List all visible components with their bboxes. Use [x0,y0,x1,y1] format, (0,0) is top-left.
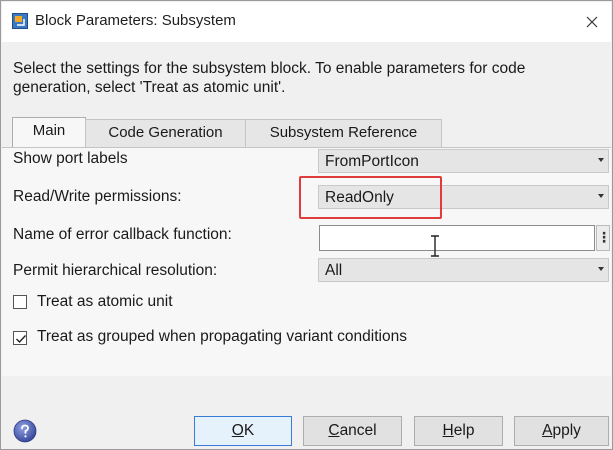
cancel-mnemonic: C [328,422,340,439]
chevron-down-icon [598,194,604,198]
grouped-variant-label: Treat as grouped when propagating varian… [37,328,407,345]
cancel-button[interactable]: Cancel [303,416,402,446]
chevron-down-icon [598,158,604,162]
apply-mnemonic: A [542,422,553,439]
ok-mnemonic: O [231,422,244,439]
help-mnemonic: H [442,422,454,439]
hierarchical-resolution-value: All [325,262,343,279]
window-title: Block Parameters: Subsystem [35,12,236,29]
tab-code-generation[interactable]: Code Generation [85,119,246,147]
apply-button[interactable]: Apply [514,416,609,446]
help-icon[interactable] [13,419,37,443]
read-write-permissions-value: ReadOnly [325,189,394,206]
tab-subsystem-reference[interactable]: Subsystem Reference [245,119,442,147]
ok-rest: K [243,422,255,439]
checkmark-icon [16,335,27,344]
cancel-rest: ancel [339,422,377,439]
show-port-labels-value: FromPortIcon [325,153,419,170]
show-port-labels-label: Show port labels [13,150,128,167]
error-callback-label: Name of error callback function: [13,226,232,243]
ok-button[interactable]: OK [194,416,292,446]
help-rest: elp [453,422,475,439]
hierarchical-resolution-label: Permit hierarchical resolution: [13,262,218,279]
show-port-labels-dropdown[interactable]: FromPortIcon [318,149,609,173]
apply-rest: pply [552,422,581,439]
close-icon[interactable] [579,9,605,35]
read-write-permissions-dropdown[interactable]: ReadOnly [318,185,609,209]
read-write-permissions-label: Read/Write permissions: [13,188,182,205]
simulink-block-icon [12,13,28,29]
help-button[interactable]: Help [414,416,503,446]
dialog-window: Block Parameters: Subsystem Select the s… [0,0,613,450]
atomic-unit-checkbox[interactable] [13,295,27,309]
description-area: Select the settings for the subsystem bl… [2,42,611,110]
more-options-button[interactable]: ⋮ [596,225,611,251]
hierarchical-resolution-dropdown[interactable]: All [318,258,609,282]
chevron-down-icon [598,267,604,271]
text-cursor-icon [431,235,439,257]
error-callback-input[interactable] [319,225,595,251]
atomic-unit-label: Treat as atomic unit [37,293,173,310]
tab-main[interactable]: Main [12,117,86,148]
description-text: Select the settings for the subsystem bl… [13,60,526,96]
title-bar: Block Parameters: Subsystem [2,2,611,42]
grouped-variant-checkbox[interactable] [13,331,27,345]
